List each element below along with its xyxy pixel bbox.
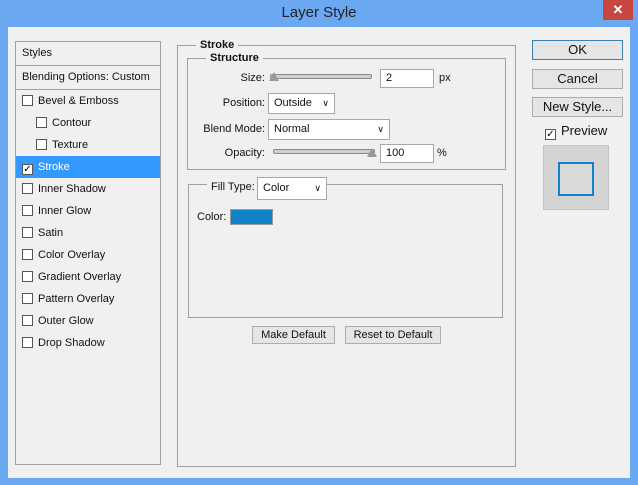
- size-unit: px: [439, 72, 451, 84]
- checkbox[interactable]: ✓: [22, 164, 33, 175]
- checkbox[interactable]: [22, 337, 33, 348]
- fill-group: [188, 184, 503, 318]
- style-item-label: Inner Glow: [38, 205, 92, 217]
- checkmark-icon: ✓: [545, 129, 556, 140]
- checkbox[interactable]: [22, 95, 33, 106]
- style-item-label: Contour: [52, 117, 92, 129]
- opacity-unit: %: [437, 147, 447, 159]
- make-default-button[interactable]: Make Default: [252, 326, 335, 344]
- style-item-inner-glow[interactable]: Inner Glow: [16, 200, 160, 222]
- blending-options[interactable]: Blending Options: Custom: [16, 66, 160, 90]
- style-item-inner-shadow[interactable]: Inner Shadow: [16, 178, 160, 200]
- style-item-color-overlay[interactable]: Color Overlay: [16, 244, 160, 266]
- position-label: Position:: [222, 97, 265, 109]
- checkbox[interactable]: [22, 293, 33, 304]
- checkbox[interactable]: [22, 183, 33, 194]
- blend-mode-label: Blend Mode:: [203, 123, 265, 135]
- blend-mode-value: Normal: [274, 123, 310, 135]
- style-item-contour[interactable]: Contour: [16, 112, 160, 134]
- style-item-label: Pattern Overlay: [38, 293, 115, 305]
- style-item-label: Drop Shadow: [38, 337, 105, 349]
- stroke-title: Stroke: [196, 39, 239, 51]
- preview-square: [558, 162, 594, 196]
- checkbox[interactable]: [22, 227, 33, 238]
- size-slider-thumb[interactable]: [269, 72, 279, 81]
- checkbox[interactable]: [22, 315, 33, 326]
- style-item-label: Color Overlay: [38, 249, 106, 261]
- checkbox[interactable]: [36, 117, 47, 128]
- preview-checkbox[interactable]: ✓ Preview: [545, 123, 607, 140]
- structure-title: Structure: [206, 52, 263, 64]
- styles-list: Styles Blending Options: Custom Bevel & …: [15, 41, 161, 465]
- chevron-down-icon: ∨: [377, 124, 384, 134]
- preview-label: Preview: [561, 123, 608, 138]
- color-label: Color:: [197, 211, 227, 223]
- style-item-satin[interactable]: Satin: [16, 222, 160, 244]
- preview-thumbnail: [543, 145, 609, 210]
- size-label: Size:: [240, 72, 265, 84]
- size-input[interactable]: 2: [380, 69, 434, 88]
- fill-type-value: Color: [263, 182, 290, 194]
- opacity-input[interactable]: 100: [380, 144, 434, 163]
- style-item-stroke[interactable]: ✓ Stroke: [16, 156, 160, 178]
- position-select[interactable]: Outside ∨: [268, 93, 335, 114]
- checkbox[interactable]: [22, 249, 33, 260]
- reset-to-default-button[interactable]: Reset to Default: [345, 326, 441, 344]
- cancel-button[interactable]: Cancel: [532, 69, 623, 89]
- size-slider[interactable]: [270, 74, 372, 79]
- position-value: Outside: [274, 97, 312, 109]
- style-item-label: Satin: [38, 227, 64, 239]
- style-item-label: Inner Shadow: [38, 183, 106, 195]
- window-title: Layer Style: [281, 4, 357, 21]
- style-item-drop-shadow[interactable]: Drop Shadow: [16, 332, 160, 354]
- blend-mode-select[interactable]: Normal ∨: [268, 119, 390, 140]
- opacity-slider-thumb[interactable]: [367, 148, 377, 157]
- style-item-label: Outer Glow: [38, 315, 94, 327]
- opacity-label: Opacity:: [224, 147, 265, 159]
- checkbox[interactable]: [22, 271, 33, 282]
- checkbox[interactable]: [22, 205, 33, 216]
- new-style-button[interactable]: New Style...: [532, 97, 623, 117]
- style-item-gradient-overlay[interactable]: Gradient Overlay: [16, 266, 160, 288]
- fill-type-select[interactable]: Color ∨: [257, 177, 327, 200]
- style-item-label: Gradient Overlay: [38, 271, 122, 283]
- ok-button[interactable]: OK: [532, 40, 623, 60]
- opacity-slider[interactable]: [273, 149, 375, 154]
- close-button[interactable]: ✕: [603, 0, 633, 20]
- style-item-outer-glow[interactable]: Outer Glow: [16, 310, 160, 332]
- styles-header[interactable]: Styles: [16, 42, 160, 66]
- style-item-bevel-emboss[interactable]: Bevel & Emboss: [16, 90, 160, 112]
- checkbox[interactable]: [36, 139, 47, 150]
- fill-type-label: Fill Type:: [207, 181, 259, 193]
- style-item-pattern-overlay[interactable]: Pattern Overlay: [16, 288, 160, 310]
- style-item-texture[interactable]: Texture: [16, 134, 160, 156]
- style-item-label: Bevel & Emboss: [38, 95, 119, 107]
- color-swatch[interactable]: [230, 209, 273, 225]
- style-item-label: Texture: [52, 139, 89, 151]
- chevron-down-icon: ∨: [314, 183, 321, 193]
- chevron-down-icon: ∨: [322, 98, 329, 108]
- style-item-label: Stroke: [38, 161, 70, 173]
